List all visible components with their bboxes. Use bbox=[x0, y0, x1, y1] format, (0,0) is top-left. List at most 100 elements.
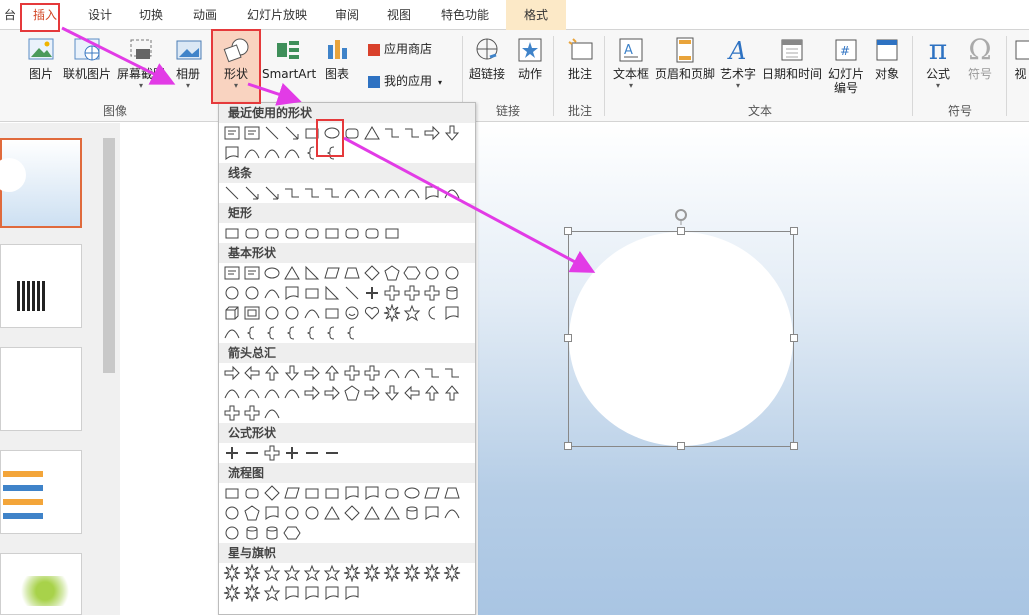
shape-rtri-icon[interactable] bbox=[323, 284, 341, 302]
shape-elbow-icon[interactable] bbox=[443, 364, 461, 382]
shape-circ-icon[interactable] bbox=[223, 284, 241, 302]
tab-home-partial[interactable]: 台 bbox=[0, 0, 20, 30]
shape-cyl-icon[interactable] bbox=[263, 524, 281, 542]
shape-burst-icon[interactable] bbox=[403, 564, 421, 582]
shape-dia-icon[interactable] bbox=[263, 484, 281, 502]
shape-burst-icon[interactable] bbox=[343, 564, 361, 582]
shape-arrR-icon[interactable] bbox=[223, 364, 241, 382]
shape-arrD-icon[interactable] bbox=[283, 364, 301, 382]
shape-rtri-icon[interactable] bbox=[303, 264, 321, 282]
shape-doc-icon[interactable] bbox=[303, 584, 321, 602]
slide-canvas[interactable] bbox=[478, 123, 1029, 615]
datetime-button[interactable]: 日期和时间 bbox=[760, 35, 824, 81]
shape-pent-icon[interactable] bbox=[243, 504, 261, 522]
shape-tbox-icon[interactable] bbox=[223, 124, 241, 142]
slide-thumbnail-1[interactable] bbox=[0, 138, 82, 228]
shape-para-icon[interactable] bbox=[323, 264, 341, 282]
shape-star-icon[interactable] bbox=[303, 564, 321, 582]
shape-curve-icon[interactable] bbox=[303, 304, 321, 322]
resize-handle[interactable] bbox=[564, 442, 572, 450]
shape-circ-icon[interactable] bbox=[223, 504, 241, 522]
shape-tri-icon[interactable] bbox=[363, 504, 381, 522]
resize-handle[interactable] bbox=[677, 227, 685, 235]
shape-minus-icon[interactable] bbox=[303, 444, 321, 462]
resize-handle[interactable] bbox=[790, 227, 798, 235]
shape-frame-icon[interactable] bbox=[243, 304, 261, 322]
shape-rrect-icon[interactable] bbox=[283, 224, 301, 242]
shape-para-icon[interactable] bbox=[283, 484, 301, 502]
shape-rrect-icon[interactable] bbox=[343, 224, 361, 242]
shape-arrD-icon[interactable] bbox=[383, 384, 401, 402]
screenshot-button[interactable]: 屏幕截图 ▾ bbox=[114, 35, 168, 91]
shape-doc-icon[interactable] bbox=[263, 504, 281, 522]
shape-cross-icon[interactable] bbox=[263, 444, 281, 462]
tab-transitions[interactable]: 切换 bbox=[128, 0, 174, 30]
shape-circ-icon[interactable] bbox=[283, 504, 301, 522]
shape-cross-icon[interactable] bbox=[363, 364, 381, 382]
shape-rect-icon[interactable] bbox=[303, 284, 321, 302]
shape-star-icon[interactable] bbox=[263, 584, 281, 602]
shape-pent-icon[interactable] bbox=[383, 264, 401, 282]
shape-circ-icon[interactable] bbox=[283, 304, 301, 322]
symbol-button[interactable]: Ω 符号 bbox=[960, 35, 1000, 82]
shape-arrR-icon[interactable] bbox=[423, 124, 441, 142]
shape-cyl-icon[interactable] bbox=[403, 504, 421, 522]
object-button[interactable]: 对象 bbox=[868, 35, 906, 81]
shape-brace-icon[interactable] bbox=[323, 324, 341, 342]
shape-curve-icon[interactable] bbox=[403, 364, 421, 382]
shape-circ-icon[interactable] bbox=[243, 284, 261, 302]
shape-burst-icon[interactable] bbox=[363, 564, 381, 582]
shape-cross-icon[interactable] bbox=[403, 284, 421, 302]
shape-arrowline-icon[interactable] bbox=[263, 184, 281, 202]
shape-curve-icon[interactable] bbox=[403, 184, 421, 202]
shape-burst-icon[interactable] bbox=[243, 584, 261, 602]
shape-star-icon[interactable] bbox=[323, 564, 341, 582]
shape-arrD-icon[interactable] bbox=[443, 124, 461, 142]
shape-curve-icon[interactable] bbox=[443, 504, 461, 522]
shape-tri-icon[interactable] bbox=[383, 504, 401, 522]
shape-minus-icon[interactable] bbox=[323, 444, 341, 462]
shape-curve-icon[interactable] bbox=[263, 384, 281, 402]
shape-burst-icon[interactable] bbox=[443, 564, 461, 582]
shape-cross-icon[interactable] bbox=[223, 404, 241, 422]
shape-cross-icon[interactable] bbox=[423, 284, 441, 302]
shape-circ-icon[interactable] bbox=[423, 264, 441, 282]
shape-rrect-icon[interactable] bbox=[363, 224, 381, 242]
shape-rrect-icon[interactable] bbox=[383, 484, 401, 502]
shape-tbox-icon[interactable] bbox=[223, 264, 241, 282]
shape-rect-icon[interactable] bbox=[303, 484, 321, 502]
album-button[interactable]: 相册 ▾ bbox=[170, 35, 206, 91]
shape-arrR-icon[interactable] bbox=[363, 384, 381, 402]
shape-curve-icon[interactable] bbox=[443, 184, 461, 202]
shape-tri-icon[interactable] bbox=[363, 124, 381, 142]
shape-brace-icon[interactable] bbox=[263, 324, 281, 342]
wordart-button[interactable]: A 艺术字 ▾ bbox=[718, 35, 758, 91]
shape-curve-icon[interactable] bbox=[263, 284, 281, 302]
shape-arrowline-icon[interactable] bbox=[243, 184, 261, 202]
resize-handle[interactable] bbox=[790, 334, 798, 342]
resize-handle[interactable] bbox=[564, 227, 572, 235]
scrollbar-thumb[interactable] bbox=[103, 138, 115, 373]
shape-star-icon[interactable] bbox=[283, 564, 301, 582]
shape-moon-icon[interactable] bbox=[423, 304, 441, 322]
shape-rrect-icon[interactable] bbox=[243, 484, 261, 502]
shape-burst-icon[interactable] bbox=[383, 564, 401, 582]
shape-hex-icon[interactable] bbox=[403, 264, 421, 282]
shape-pent-icon[interactable] bbox=[343, 384, 361, 402]
shape-curve-icon[interactable] bbox=[343, 184, 361, 202]
shape-curve-icon[interactable] bbox=[263, 404, 281, 422]
shape-doc-icon[interactable] bbox=[223, 144, 241, 162]
shape-doc-icon[interactable] bbox=[443, 304, 461, 322]
shape-line-icon[interactable] bbox=[223, 184, 241, 202]
shape-dia-icon[interactable] bbox=[363, 264, 381, 282]
shape-trap-icon[interactable] bbox=[343, 264, 361, 282]
shape-arrU-icon[interactable] bbox=[443, 384, 461, 402]
shape-circ-icon[interactable] bbox=[223, 524, 241, 542]
resize-handle[interactable] bbox=[790, 442, 798, 450]
shape-star-icon[interactable] bbox=[263, 564, 281, 582]
shape-elbow-icon[interactable] bbox=[403, 124, 421, 142]
shape-curve-icon[interactable] bbox=[383, 184, 401, 202]
comment-button[interactable]: 批注 bbox=[560, 35, 600, 81]
app-store-button[interactable]: 应用商店 bbox=[368, 42, 448, 56]
shape-star-icon[interactable] bbox=[403, 304, 421, 322]
